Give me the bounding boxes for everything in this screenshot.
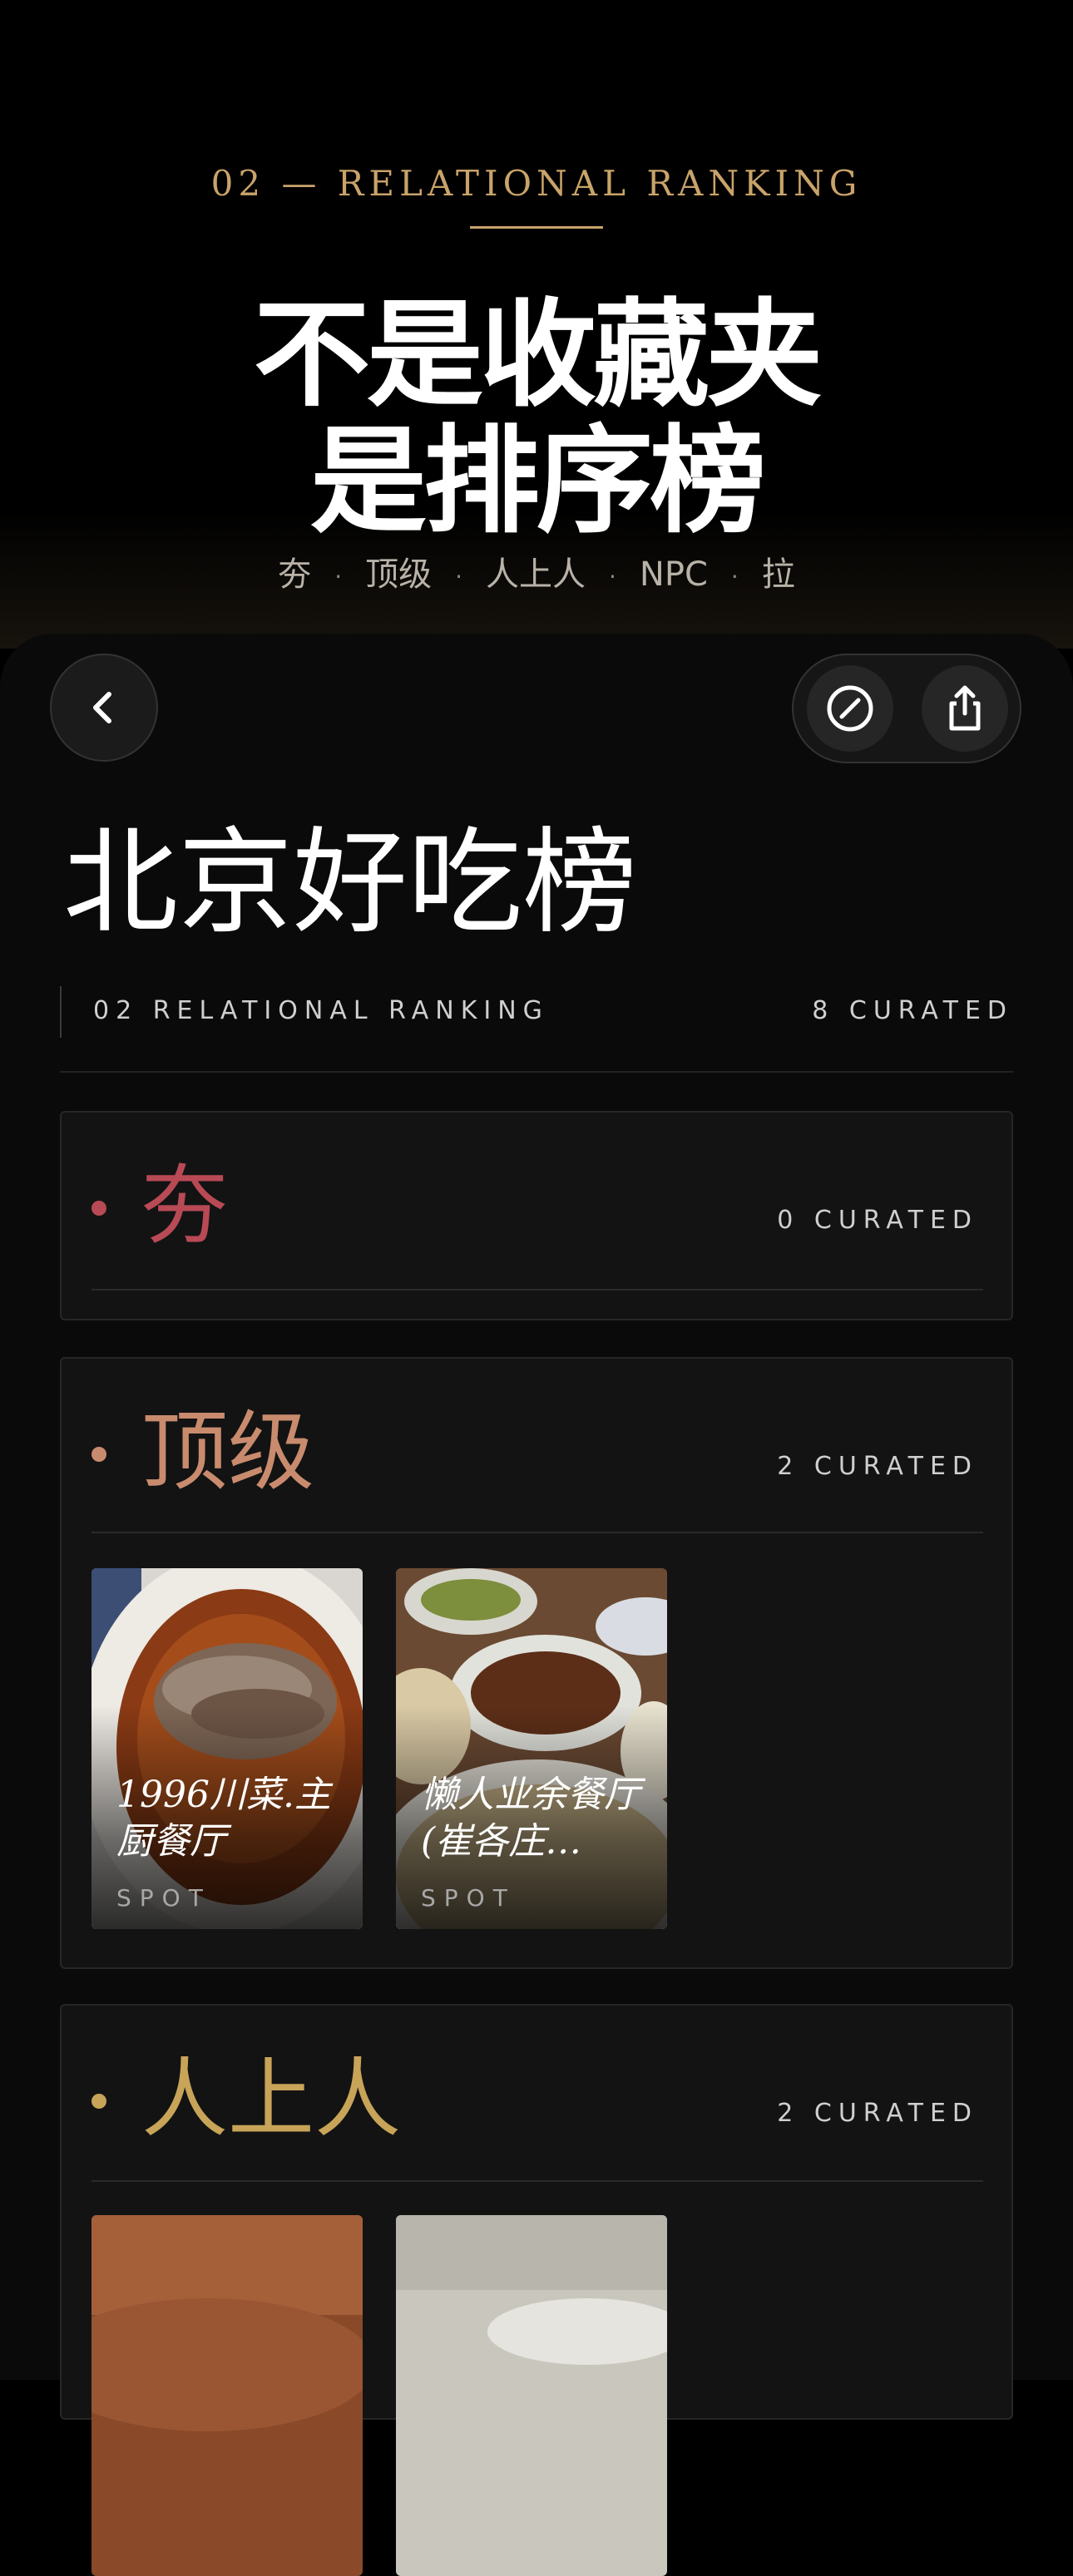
- divider: [91, 2180, 983, 2182]
- tier-name: 人上人: [141, 2048, 402, 2149]
- action-button-group: [792, 654, 1021, 763]
- tier-dot: [91, 2094, 106, 2109]
- explore-button[interactable]: [807, 665, 893, 752]
- compass-icon: [827, 685, 873, 732]
- tier-label: 人上人: [486, 555, 586, 594]
- list-total-count: 8 CURATED: [812, 996, 1013, 1025]
- tier-label: NPC: [639, 555, 708, 594]
- list-subtitle: 02 RELATIONAL RANKING: [93, 996, 549, 1025]
- list-meta-bar: 02 RELATIONAL RANKING 8 CURATED: [60, 986, 1013, 1038]
- tier-section-top[interactable]: 顶级 2 CURATED 1996川菜.主厨餐厅 SPOT 懒人业余餐厅 (崔各…: [60, 1357, 1013, 1969]
- tier-name: 夯: [141, 1155, 229, 1256]
- spot-card[interactable]: [396, 2215, 667, 2576]
- tier-legend: 夯 · 顶级 · 人上人 · NPC · 拉: [0, 547, 1073, 595]
- spot-tag: SPOT: [116, 1884, 211, 1912]
- spot-photo: [91, 2215, 363, 2576]
- list-title: 北京好吃榜: [63, 816, 638, 950]
- spot-tag: SPOT: [421, 1884, 516, 1912]
- spot-photo: [396, 2215, 667, 2576]
- tier-separator: ·: [455, 562, 462, 590]
- tier-dot: [91, 1447, 106, 1462]
- tier-section-hang[interactable]: 夯 0 CURATED: [60, 1111, 1013, 1320]
- tier-label: 夯: [278, 555, 312, 594]
- headline-line-2: 是排序榜: [309, 414, 766, 550]
- tier-dot: [91, 1201, 106, 1216]
- tier-separator: ·: [609, 562, 616, 590]
- tier-label: 顶级: [365, 555, 433, 594]
- spot-card[interactable]: 1996川菜.主厨餐厅 SPOT: [91, 1568, 363, 1929]
- back-button[interactable]: [50, 654, 158, 762]
- promo-header: 02 — RELATIONAL RANKING 不是收藏夹 是排序榜 夯 · 顶级 ·…: [0, 0, 1073, 649]
- meta-divider: [60, 986, 62, 1038]
- divider: [60, 1071, 1013, 1073]
- tier-section-renshangren[interactable]: 人上人 2 CURATED: [60, 2004, 1013, 2576]
- promo-headline: 不是收藏夹 是排序榜: [0, 293, 1073, 545]
- headline-line-1: 不是收藏夹: [253, 288, 823, 423]
- tier-separator: ·: [730, 562, 739, 590]
- section-eyebrow: 02 — RELATIONAL RANKING: [210, 163, 863, 204]
- tier-name: 顶级: [141, 1401, 315, 1503]
- eyebrow-underline: [470, 226, 603, 229]
- spot-card[interactable]: 懒人业余餐厅 (崔各庄… SPOT: [396, 1568, 667, 1929]
- tier-count: 2 CURATED: [777, 2099, 978, 2128]
- spot-title: 懒人业余餐厅 (崔各庄…: [421, 1774, 640, 1863]
- share-button[interactable]: [922, 665, 1008, 752]
- chevron-left-icon: [93, 692, 111, 723]
- tier-count: 2 CURATED: [777, 1452, 978, 1481]
- tier-label: 拉: [761, 555, 795, 594]
- divider: [91, 1289, 983, 1290]
- tier-count: 0 CURATED: [777, 1206, 978, 1235]
- share-icon: [949, 685, 981, 731]
- spot-card[interactable]: [91, 2215, 363, 2576]
- tier-separator: ·: [334, 562, 343, 590]
- ranking-screen: 北京好吃榜 02 RELATIONAL RANKING 8 CURATED 夯 …: [0, 634, 1073, 2576]
- divider: [91, 1532, 983, 1533]
- spot-title: 1996川菜.主厨餐厅: [116, 1774, 331, 1863]
